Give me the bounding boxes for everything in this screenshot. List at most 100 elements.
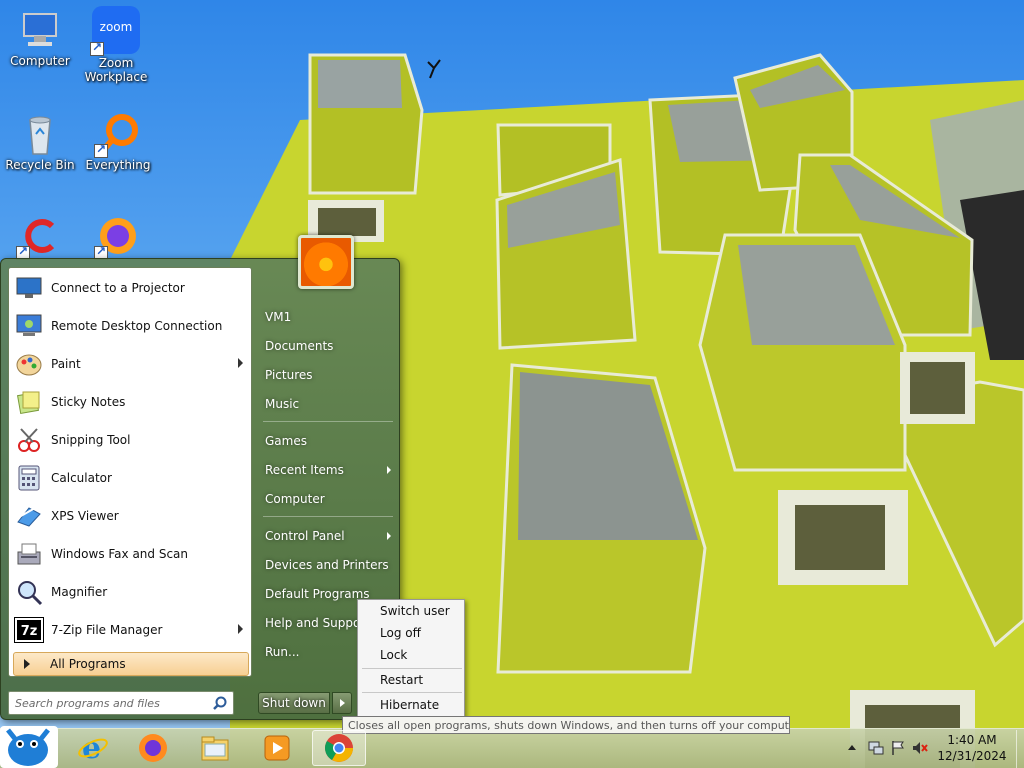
desktop-icon-firefox[interactable]	[78, 214, 158, 260]
zoom-logo-text: zoom	[99, 20, 133, 34]
program-label: Paint	[51, 357, 81, 371]
search-icon[interactable]	[213, 696, 227, 710]
menu-item-switch-user[interactable]: Switch user	[360, 600, 462, 622]
all-programs-label: All Programs	[50, 657, 126, 671]
shutdown-label: Shut down	[262, 696, 326, 710]
xps-viewer-icon	[13, 500, 45, 532]
program-snipping-tool[interactable]: Snipping Tool	[13, 422, 249, 458]
start-menu-programs-pane: Connect to a Projector Remote Desktop Co…	[8, 267, 252, 677]
shutdown-options-menu: Switch user Log off Lock Restart Hiberna…	[357, 599, 465, 717]
recycle-bin-icon	[18, 112, 62, 156]
computer-icon	[18, 8, 62, 52]
program-calculator[interactable]: Calculator	[13, 460, 249, 496]
expand-arrow-icon	[24, 659, 30, 669]
place-recent-items[interactable]: Recent Items	[261, 458, 397, 482]
7zip-icon: 7z	[13, 614, 45, 646]
clock-time: 1:40 AM	[947, 733, 997, 747]
taskbar-internet-explorer[interactable]: e	[66, 730, 120, 766]
ccleaner-icon	[16, 214, 62, 260]
desktop-icon-computer[interactable]: Computer	[0, 8, 80, 68]
place-label: Documents	[265, 339, 334, 353]
taskbar-file-explorer[interactable]	[188, 730, 242, 766]
desktop-icon-label: Computer	[10, 54, 70, 68]
program-label: 7-Zip File Manager	[51, 623, 163, 637]
menu-item-restart[interactable]: Restart	[360, 669, 462, 691]
place-label: Help and Support	[265, 616, 370, 630]
program-label: Calculator	[51, 471, 112, 485]
place-label: Games	[265, 434, 307, 448]
media-player-icon	[264, 735, 290, 761]
place-label: Music	[265, 397, 300, 411]
place-label: Pictures	[265, 368, 313, 382]
snipping-tool-icon	[13, 424, 45, 456]
search-input[interactable]	[9, 692, 209, 714]
show-hidden-icons-icon[interactable]	[846, 740, 862, 756]
place-user-folder[interactable]: VM1	[261, 305, 397, 329]
program-magnifier[interactable]: Magnifier	[13, 574, 249, 610]
user-account-picture[interactable]	[298, 235, 354, 289]
place-games[interactable]: Games	[261, 429, 397, 453]
menu-item-hibernate[interactable]: Hibernate	[360, 694, 462, 716]
program-label: Connect to a Projector	[51, 281, 185, 295]
program-sticky-notes[interactable]: Sticky Notes	[13, 384, 249, 420]
submenu-arrow-icon[interactable]	[238, 358, 243, 368]
desktop-icon-zoom[interactable]: zoom Zoom Workplace	[76, 6, 156, 84]
menu-separator	[362, 692, 462, 693]
program-label: Remote Desktop Connection	[51, 319, 223, 333]
show-desktop-button[interactable]	[1016, 730, 1024, 768]
action-center-flag-icon[interactable]	[890, 740, 906, 756]
desktop-icon-recycle-bin[interactable]: Recycle Bin	[0, 112, 80, 172]
taskbar-media-player[interactable]	[250, 730, 304, 766]
shutdown-button[interactable]: Shut down	[258, 692, 330, 714]
menu-item-label: Restart	[380, 673, 424, 687]
program-remote-desktop[interactable]: Remote Desktop Connection	[13, 308, 249, 344]
fax-scan-icon	[13, 538, 45, 570]
program-xps-viewer[interactable]: XPS Viewer	[13, 498, 249, 534]
place-music[interactable]: Music	[261, 392, 397, 416]
desktop-icon-label: Zoom Workplace	[84, 56, 148, 84]
everything-icon	[94, 112, 140, 158]
place-label: Run...	[265, 645, 300, 659]
menu-item-log-off[interactable]: Log off	[360, 622, 462, 644]
all-programs-button[interactable]: All Programs	[13, 652, 249, 676]
place-control-panel[interactable]: Control Panel	[261, 524, 397, 548]
desktop-icon-ccleaner[interactable]	[0, 214, 80, 260]
taskbar-chrome[interactable]	[312, 730, 366, 766]
shortcut-arrow-icon	[90, 40, 104, 56]
start-orb-icon	[0, 726, 58, 768]
internet-explorer-icon: e	[78, 732, 108, 764]
menu-separator	[263, 516, 393, 517]
network-icon[interactable]	[868, 740, 884, 756]
menu-item-label: Hibernate	[380, 698, 440, 712]
volume-muted-icon[interactable]	[912, 740, 928, 756]
place-label: VM1	[265, 310, 292, 324]
calculator-icon	[13, 462, 45, 494]
program-7zip[interactable]: 7z 7-Zip File Manager	[13, 612, 249, 648]
place-documents[interactable]: Documents	[261, 334, 397, 358]
program-paint[interactable]: Paint	[13, 346, 249, 382]
place-devices-printers[interactable]: Devices and Printers	[261, 553, 397, 577]
paint-icon	[13, 348, 45, 380]
submenu-arrow-icon	[387, 532, 391, 540]
place-label: Default Programs	[265, 587, 370, 601]
place-label: Control Panel	[265, 529, 345, 543]
file-explorer-icon	[201, 736, 229, 761]
menu-item-label: Log off	[380, 626, 421, 640]
magnifier-icon	[13, 576, 45, 608]
program-connect-projector[interactable]: Connect to a Projector	[13, 270, 249, 306]
menu-item-lock[interactable]: Lock	[360, 644, 462, 666]
start-button[interactable]	[0, 716, 60, 768]
submenu-arrow-icon[interactable]	[238, 624, 243, 634]
start-search-box[interactable]	[8, 691, 234, 715]
program-fax-scan[interactable]: Windows Fax and Scan	[13, 536, 249, 572]
program-label: Snipping Tool	[51, 433, 131, 447]
place-pictures[interactable]: Pictures	[261, 363, 397, 387]
taskbar-clock[interactable]: 1:40 AM 12/31/2024	[930, 732, 1014, 764]
desktop-icon-label: Recycle Bin	[5, 158, 75, 172]
shutdown-options-arrow-icon[interactable]	[332, 692, 352, 714]
program-label: Sticky Notes	[51, 395, 126, 409]
place-computer[interactable]: Computer	[261, 487, 397, 511]
clock-date: 12/31/2024	[937, 749, 1007, 763]
desktop-icon-everything[interactable]: Everything	[78, 112, 158, 172]
taskbar-firefox[interactable]	[126, 730, 180, 766]
